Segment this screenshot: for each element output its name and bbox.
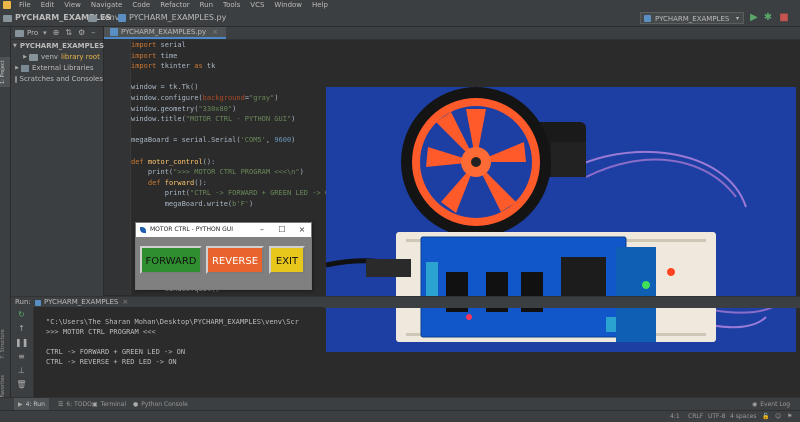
rerun-icon[interactable]: ↻ xyxy=(15,309,28,320)
menu-edit[interactable]: Edit xyxy=(36,0,60,10)
expand-arrow-icon[interactable]: ▼ xyxy=(13,41,17,52)
maximize-icon[interactable]: ☐ xyxy=(277,223,287,237)
menu-run[interactable]: Run xyxy=(195,0,218,10)
forward-button[interactable]: FORWARD xyxy=(140,246,202,274)
folder-icon xyxy=(3,14,12,22)
menu-navigate[interactable]: Navigate xyxy=(86,0,127,10)
project-panel: Pro ▾ ⊕ ⇅ ⚙ – ▼ PYCHARM_EXAMPLES ▶ venv … xyxy=(11,27,105,297)
close-icon[interactable]: × xyxy=(212,26,218,38)
indent-setting[interactable]: 4 spaces xyxy=(730,411,756,422)
gear-icon[interactable]: ⚙ xyxy=(78,27,85,39)
bottom-tool-strip: ▶ 4: Run ☰ 6: TODO ▣ Terminal ● Python Conso… xyxy=(0,397,800,411)
breadcrumb-separator-icon: › xyxy=(80,14,83,22)
scroll-up-icon[interactable]: ↑ xyxy=(15,323,28,334)
inspector-icon[interactable]: ☺ xyxy=(775,411,781,422)
chevron-down-icon[interactable]: ▾ xyxy=(43,27,47,39)
tree-item-label: Scratches and Consoles xyxy=(19,75,104,83)
project-tree: ▼ PYCHARM_EXAMPLES ▶ venv library root ▶… xyxy=(11,41,105,85)
tree-item-label: External Libraries xyxy=(32,64,94,72)
motor-breadboard-illustration xyxy=(326,87,796,352)
stop-icon[interactable]: ■ xyxy=(778,12,790,24)
run-icon[interactable]: ▶ xyxy=(748,12,760,24)
tree-item-label: venv xyxy=(41,53,59,61)
tree-item-external-libraries[interactable]: ▶ External Libraries xyxy=(11,63,103,74)
file-encoding[interactable]: UTF-8 xyxy=(708,411,726,422)
exit-button[interactable]: EXIT xyxy=(269,246,305,274)
console-line: "C:\Users\The Sharan Mohan\Desktop\PYCHA… xyxy=(46,318,299,326)
console-line: >>> MOTOR CTRL PROGRAM <<< xyxy=(46,328,156,336)
run-console-output[interactable]: "C:\Users\The Sharan Mohan\Desktop\PYCHA… xyxy=(34,307,324,397)
console-line: CTRL -> REVERSE + RED LED -> ON xyxy=(46,358,177,366)
tree-item-scratches[interactable]: Scratches and Consoles xyxy=(11,74,103,85)
minimize-icon[interactable]: – xyxy=(91,27,95,39)
reverse-button[interactable]: REVERSE xyxy=(206,246,264,274)
project-panel-header: Pro ▾ ⊕ ⇅ ⚙ – xyxy=(11,27,103,40)
library-icon xyxy=(21,65,29,72)
library-root-label: library root xyxy=(61,53,100,61)
notifications-icon[interactable]: ⚑ xyxy=(787,411,792,422)
menu-refactor[interactable]: Refactor xyxy=(155,0,194,10)
left-tool-stripe: 1: Project 7: Structure 2: Favorites xyxy=(0,27,11,404)
soft-wrap-icon[interactable]: ≡ xyxy=(15,351,28,362)
locate-icon[interactable]: ⊕ xyxy=(53,27,60,39)
menu-file[interactable]: File xyxy=(14,0,36,10)
python-icon xyxy=(35,299,41,306)
minimize-icon[interactable]: – xyxy=(257,223,267,237)
project-tool-tab[interactable]: 1: Project xyxy=(0,57,10,87)
run-toolbar: ↻ ↑ ❚❚ ≡ ⊥ 🗑 xyxy=(11,307,34,397)
tk-feather-icon xyxy=(140,227,146,233)
breadcrumb-separator-icon: › xyxy=(112,14,115,22)
status-bar: 4:1 CRLF UTF-8 4 spaces 🔓 ☺ ⚑ xyxy=(0,410,800,422)
menu-tools[interactable]: Tools xyxy=(218,0,245,10)
pause-icon[interactable]: ❚❚ xyxy=(15,337,28,348)
project-panel-title[interactable]: Pro xyxy=(27,27,38,39)
editor-gutter xyxy=(104,40,131,295)
scratch-icon xyxy=(14,76,17,83)
caret-position[interactable]: 4:1 xyxy=(670,411,680,422)
menu-vcs[interactable]: VCS xyxy=(245,0,269,10)
run-configuration-label: PYCHARM_EXAMPLES xyxy=(655,15,730,23)
folder-icon xyxy=(15,29,24,37)
pin-icon[interactable]: ⊥ xyxy=(15,365,28,376)
trash-icon[interactable]: 🗑 xyxy=(15,379,28,390)
tree-item-venv[interactable]: ▶ venv library root xyxy=(11,52,103,63)
editor-tab-label: PYCHARM_EXAMPLES.py xyxy=(121,28,207,36)
tk-window: MOTOR CTRL - PYTHON GUI – ☐ × FORWARD RE… xyxy=(135,222,312,290)
folder-icon xyxy=(88,14,97,22)
editor-tab-bar: PYCHARM_EXAMPLES.py × xyxy=(104,27,800,40)
tree-item-root[interactable]: ▼ PYCHARM_EXAMPLES xyxy=(11,41,105,52)
breadcrumb-file[interactable]: PYCHARM_EXAMPLES.py xyxy=(118,10,226,26)
python-file-icon xyxy=(110,28,118,36)
tree-item-label: PYCHARM_EXAMPLES xyxy=(19,42,105,50)
collapse-arrow-icon[interactable]: ▶ xyxy=(13,63,21,74)
menu-view[interactable]: View xyxy=(59,0,86,10)
line-separator[interactable]: CRLF xyxy=(688,411,703,422)
tk-window-titlebar[interactable]: MOTOR CTRL - PYTHON GUI – ☐ × xyxy=(136,223,311,237)
menu-bar: File Edit View Navigate Code Refactor Ru… xyxy=(0,0,800,10)
tk-window-title: MOTOR CTRL - PYTHON GUI xyxy=(150,226,233,233)
run-configuration-select[interactable]: PYCHARM_EXAMPLES ▾ xyxy=(640,12,744,24)
chevron-down-icon: ▾ xyxy=(735,15,739,22)
console-line: CTRL -> FORWARD + GREEN LED -> ON xyxy=(46,348,186,356)
lock-icon[interactable]: 🔓 xyxy=(762,411,769,422)
python-icon xyxy=(644,15,651,22)
close-icon[interactable]: × xyxy=(297,223,307,237)
folder-icon xyxy=(29,54,38,61)
collapse-icon[interactable]: ⇅ xyxy=(65,27,72,39)
menu-help[interactable]: Help xyxy=(307,0,333,10)
editor-tab[interactable]: PYCHARM_EXAMPLES.py × xyxy=(104,26,227,39)
breadcrumb-venv-label: venv xyxy=(100,13,120,22)
structure-tool-tab[interactable]: 7: Structure xyxy=(0,327,10,362)
menu-code[interactable]: Code xyxy=(127,0,155,10)
python-file-icon xyxy=(118,14,126,22)
collapse-arrow-icon[interactable]: ▶ xyxy=(21,52,29,63)
robot-photo xyxy=(326,87,796,352)
breadcrumb-file-label: PYCHARM_EXAMPLES.py xyxy=(129,13,227,22)
tk-window-body: FORWARD REVERSE EXIT xyxy=(136,237,311,289)
debug-icon[interactable]: ✱ xyxy=(762,12,774,24)
menu-window[interactable]: Window xyxy=(269,0,307,10)
pycharm-logo-icon xyxy=(3,1,11,9)
